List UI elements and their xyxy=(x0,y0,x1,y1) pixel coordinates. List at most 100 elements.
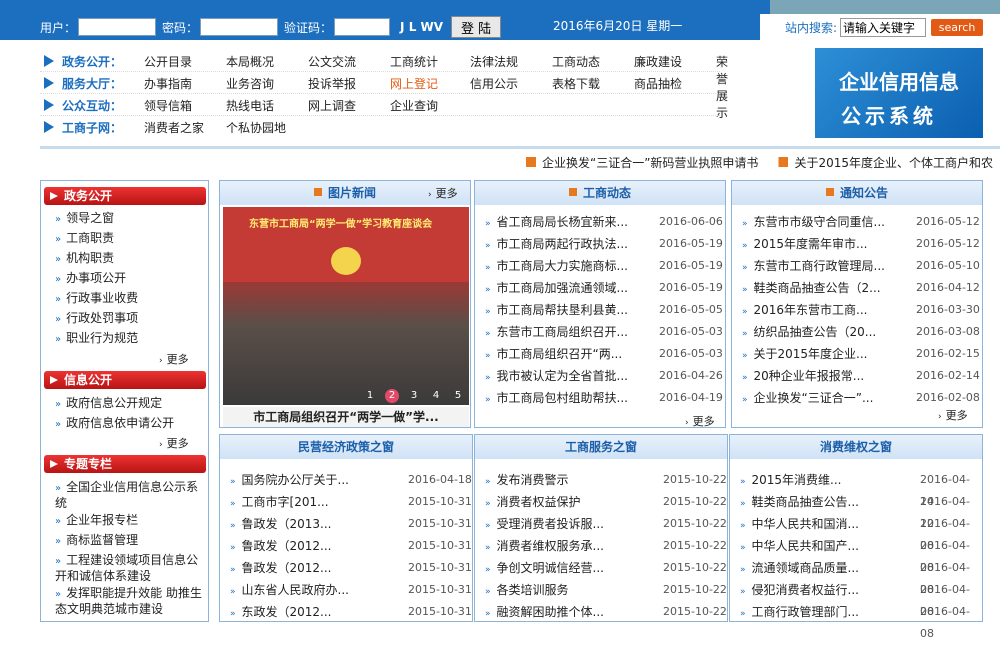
list-item[interactable]: » 关于2015年度企业... xyxy=(742,343,868,365)
list-item[interactable]: » 市工商局包村组助帮扶... xyxy=(485,387,628,409)
nav-link[interactable]: 本局概况 xyxy=(226,53,274,70)
list-item[interactable]: » 市工商局帮扶垦利县黄... xyxy=(485,299,628,321)
credit-system-banner[interactable]: 企业信用信息 公示系统 xyxy=(815,48,983,138)
list-item-date: 2016-05-03 xyxy=(659,347,723,360)
list-item[interactable]: » 东营市工商局组织召开... xyxy=(485,321,628,343)
nav-link-active[interactable]: 网上登记 xyxy=(390,75,438,92)
sidebar-link[interactable]: » 职业行为规范 xyxy=(55,331,207,347)
sidebar-link[interactable]: » 政府信息公开规定 xyxy=(55,396,207,412)
nav-link[interactable]: 领导信箱 xyxy=(144,97,192,114)
list-item[interactable]: » 发布消费警示 xyxy=(485,469,569,491)
slide-dot[interactable]: 1 xyxy=(363,389,377,403)
list-item[interactable]: » 市工商局两起行政执法... xyxy=(485,233,628,255)
list-item[interactable]: » 省工商局局长杨宜新来... xyxy=(485,211,628,233)
nav-link[interactable]: 公开目录 xyxy=(144,53,192,70)
list-item[interactable]: » 工商行政管理部门... xyxy=(740,601,859,623)
sidebar-link[interactable]: » 工商职责 xyxy=(55,231,207,247)
list-item[interactable]: » 鲁政发（2012... xyxy=(230,557,332,579)
list-item[interactable]: » 工商市字[201... xyxy=(230,491,329,513)
list-item[interactable]: » 市工商局大力实施商标... xyxy=(485,255,628,277)
list-item-title: 发布消费警示 xyxy=(496,473,569,487)
list-item[interactable]: » 山东省人民政府办... xyxy=(230,579,349,601)
nav-link[interactable]: 商品抽检 xyxy=(634,75,682,92)
list-item[interactable]: » 2015年消费维... xyxy=(740,469,842,491)
captcha-image[interactable]: J L WV xyxy=(400,20,443,34)
list-item[interactable]: » 东政发（2012... xyxy=(230,601,332,623)
nav-link[interactable]: 工商动态 xyxy=(552,53,600,70)
photo-caption[interactable]: 市工商局组织召开“两学一做”学... xyxy=(223,407,469,427)
list-item[interactable]: » 鞋类商品抽查公告... xyxy=(740,491,859,513)
slide-dot[interactable]: 4 xyxy=(429,389,443,403)
marquee-link[interactable]: 企业换发“三证合一”新码营业执照申请书 xyxy=(542,154,758,170)
list-item[interactable]: » 鲁政发（2013... xyxy=(230,513,332,535)
list-item[interactable]: » 东营市市级守合同重信... xyxy=(742,211,885,233)
captcha-input[interactable] xyxy=(334,18,391,36)
nav-link[interactable]: 信用公示 xyxy=(470,75,518,92)
sidebar-link[interactable]: » 行政处罚事项 xyxy=(55,311,207,327)
list-item[interactable]: » 市工商局组织召开“两... xyxy=(485,343,622,365)
more-link[interactable]: › 更多 xyxy=(159,435,189,451)
nav-link[interactable]: 热线电话 xyxy=(226,97,274,114)
nav-link[interactable]: 表格下载 xyxy=(552,75,600,92)
marquee-link[interactable]: 关于2015年度企业、个体工商户和农 xyxy=(794,154,993,170)
list-item[interactable]: » 争创文明诚信经营... xyxy=(485,557,604,579)
list-item[interactable]: » 流通领域商品质量... xyxy=(740,557,859,579)
list-item[interactable]: » 消费者维权服务承... xyxy=(485,535,604,557)
list-item[interactable]: » 消费者权益保护 xyxy=(485,491,581,513)
list-item[interactable]: » 纺织品抽查公告（20... xyxy=(742,321,876,343)
list-item[interactable]: » 2016年东营市工商... xyxy=(742,299,868,321)
slide-dot-active[interactable]: 2 xyxy=(385,389,399,403)
sidebar-link[interactable]: » 工程建设领域项目信息公开和诚信体系建设 xyxy=(55,553,207,584)
nav-link[interactable]: 廉政建设 xyxy=(634,53,682,70)
list-item[interactable]: » 中华人民共和国消... xyxy=(740,513,859,535)
nav-link[interactable]: 个私协园地 xyxy=(226,119,286,136)
login-button[interactable]: 登 陆 xyxy=(451,16,502,38)
search-input[interactable] xyxy=(840,17,927,37)
sidebar-link[interactable]: » 全国企业信用信息公示系统 xyxy=(55,480,207,511)
slide-dot[interactable]: 3 xyxy=(407,389,421,403)
sidebar-link[interactable]: » 企业年报专栏 xyxy=(55,513,207,529)
list-item[interactable]: » 侵犯消费者权益行... xyxy=(740,579,859,601)
more-link[interactable]: › 更多 xyxy=(428,185,458,201)
username-input[interactable] xyxy=(78,18,157,36)
list-item[interactable]: » 我市被认定为全省首批... xyxy=(485,365,628,387)
nav-link[interactable]: 法律法规 xyxy=(470,53,518,70)
list-item[interactable]: » 国务院办公厅关于... xyxy=(230,469,349,491)
nav-link[interactable]: 企业查询 xyxy=(390,97,438,114)
list-item[interactable]: » 东营市工商行政管理局... xyxy=(742,255,885,277)
list-item[interactable]: » 20种企业年报报常... xyxy=(742,365,864,387)
nav-link[interactable]: 业务咨询 xyxy=(226,75,274,92)
list-item[interactable]: » 鞋类商品抽查公告（2... xyxy=(742,277,881,299)
list-item[interactable]: » 融资解困助推个体... xyxy=(485,601,604,623)
nav-link[interactable]: 投诉举报 xyxy=(308,75,356,92)
sidebar-link[interactable]: » 领导之窗 xyxy=(55,211,207,227)
more-link[interactable]: › 更多 xyxy=(159,351,189,367)
nav-link[interactable]: 工商统计 xyxy=(390,53,438,70)
sidebar-link[interactable]: » 机构职责 xyxy=(55,251,207,267)
sidebar-link[interactable]: » 商标监督管理 xyxy=(55,533,207,549)
nav-link[interactable]: 办事指南 xyxy=(144,75,192,92)
list-item[interactable]: » 市工商局加强流通领域... xyxy=(485,277,628,299)
list-item[interactable]: » 受理消费者投诉服... xyxy=(485,513,604,535)
password-input[interactable] xyxy=(200,18,279,36)
sidebar-link[interactable]: » 行政事业收费 xyxy=(55,291,207,307)
list-item[interactable]: » 2015年度需年审市... xyxy=(742,233,868,255)
sidebar-link[interactable]: » 办事项公开 xyxy=(55,271,207,287)
nav-link[interactable]: 公文交流 xyxy=(308,53,356,70)
list-item-date: 2016-02-08 xyxy=(916,391,980,404)
sidebar-link[interactable]: » 发挥职能提升效能 助推生态文明典范城市建设 xyxy=(55,586,207,617)
more-link[interactable]: › 更多 xyxy=(685,413,715,429)
nav-link[interactable]: 网上调查 xyxy=(308,97,356,114)
list-item[interactable]: » 企业换发“三证合一”... xyxy=(742,387,873,409)
sidebar-link[interactable]: » 政府信息依申请公开 xyxy=(55,416,207,432)
nav-link[interactable]: 消费者之家 xyxy=(144,119,204,136)
search-button[interactable]: search xyxy=(931,18,984,36)
list-item[interactable]: » 各类培训服务 xyxy=(485,579,569,601)
news-photo[interactable]: 东营市工商局“两学一做”学习教育座谈会 1 2 3 4 5 xyxy=(223,207,469,405)
slide-dot[interactable]: 5 xyxy=(451,389,465,403)
list-item[interactable]: » 鲁政发（2012... xyxy=(230,535,332,557)
more-link[interactable]: › 更多 xyxy=(938,407,968,423)
sidebar-link-label: 发挥职能提升效能 助推生态文明典范城市建设 xyxy=(55,586,202,616)
list-item[interactable]: » 中华人民共和国产... xyxy=(740,535,859,557)
panel-title: 消费维权之窗 xyxy=(730,435,982,459)
